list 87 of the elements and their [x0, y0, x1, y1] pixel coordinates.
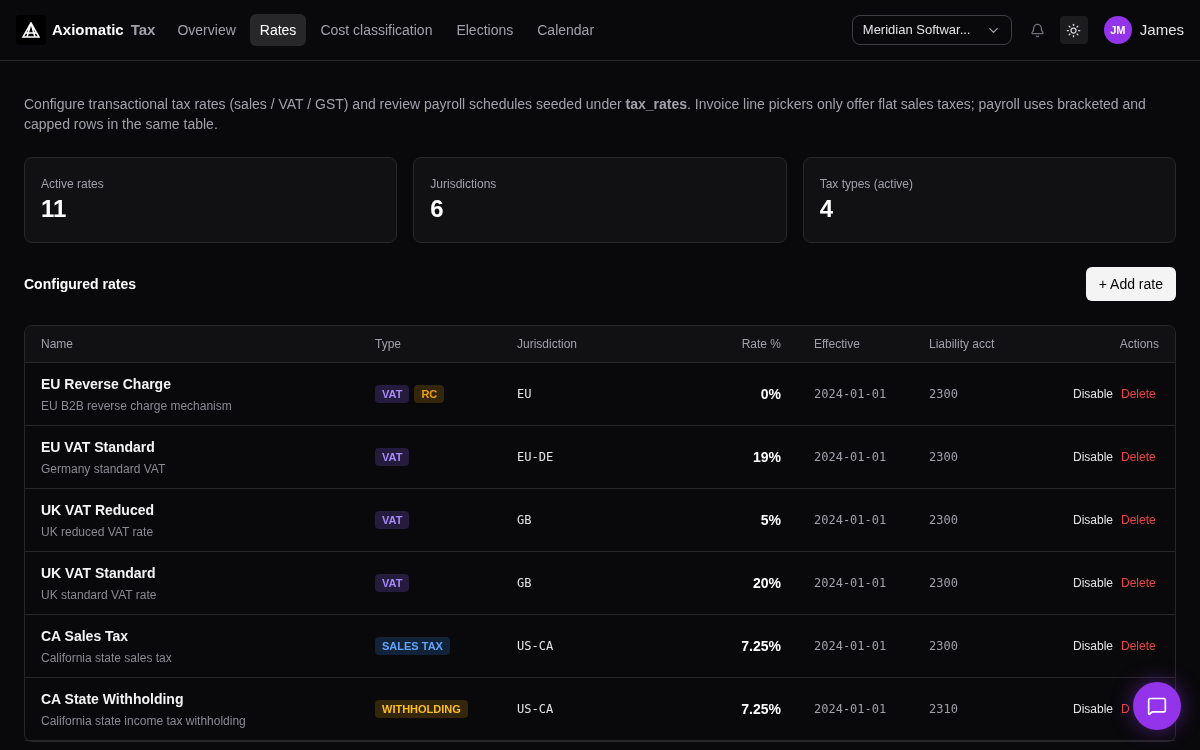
liability-account: 2300 — [929, 386, 959, 403]
type-tag: VAT — [375, 573, 410, 593]
rate-value: 5% — [760, 510, 781, 530]
nav-tab[interactable]: Elections — [446, 14, 524, 46]
user-name: James — [1139, 19, 1184, 40]
effective-date: 2024-01-01 — [813, 701, 888, 718]
sun-icon — [1066, 22, 1082, 38]
rate-name: UK VAT Reduced — [41, 500, 156, 520]
rate-description: California state sales tax — [41, 649, 173, 667]
rate-description: EU B2B reverse charge mechanism — [41, 397, 233, 415]
effective-date: 2024-01-01 — [813, 386, 888, 403]
type-tag: RC — [414, 384, 445, 404]
effective-date: 2024-01-01 — [813, 512, 888, 529]
jurisdiction-code: US-CA — [517, 701, 555, 718]
stat-label: Tax types (active) — [819, 176, 915, 193]
disable-link[interactable]: Disable — [1073, 448, 1114, 466]
jurisdiction-code: GB — [517, 512, 533, 529]
effective-date: 2024-01-01 — [813, 575, 888, 592]
rate-value: 7.25% — [741, 699, 781, 719]
jurisdiction-code: US-CA — [517, 638, 555, 655]
liability-account: 2300 — [929, 512, 959, 529]
organization-select[interactable]: Meridian Softwar... — [851, 15, 1012, 45]
logo-icon — [16, 15, 46, 45]
column-header: Effective — [813, 336, 861, 353]
brand-name: Axiomatic — [52, 19, 124, 40]
intro-text: Configure transactional tax rates (sales / VAT / GST) and review payroll schedules seeded under tax_rates. Invoice line pickers only offer flat sales taxes; payroll uses bracketed and capped rows in the same table. — [24, 95, 1147, 134]
brand-suffix: Tax — [130, 19, 156, 40]
delete-link[interactable]: Delete — [1121, 637, 1156, 655]
type-tag: VAT — [375, 447, 410, 467]
rate-description: UK standard VAT rate — [41, 586, 158, 604]
type-tag: VAT — [375, 384, 410, 404]
column-header: Type — [375, 336, 402, 353]
delete-link[interactable]: Delete — [1121, 385, 1156, 403]
type-tag: SALES TAX — [375, 636, 450, 656]
disable-link[interactable]: Disable — [1073, 637, 1114, 655]
delete-link[interactable]: D — [1121, 700, 1130, 718]
stat-label: Jurisdictions — [430, 176, 498, 193]
chat-button[interactable] — [1133, 682, 1181, 730]
column-header: Liability acct — [929, 336, 996, 353]
nav-tab[interactable]: Calendar — [527, 14, 605, 46]
jurisdiction-code: GB — [517, 575, 533, 592]
type-tag: WITHHOLDING — [375, 699, 468, 719]
stat-label: Active rates — [41, 176, 105, 193]
liability-account: 2300 — [929, 575, 959, 592]
disable-link[interactable]: Disable — [1073, 385, 1114, 403]
liability-account: 2300 — [929, 638, 959, 655]
rate-name: CA Sales Tax — [41, 626, 130, 646]
liability-account: 2310 — [929, 701, 959, 718]
rate-name: EU VAT Standard — [41, 437, 156, 457]
delete-link[interactable]: Delete — [1121, 448, 1156, 466]
type-tag: VAT — [375, 510, 410, 530]
bell-icon — [1030, 22, 1046, 38]
effective-date: 2024-01-01 — [813, 449, 888, 466]
section-title: Configured rates — [24, 274, 136, 294]
stat-value: 11 — [41, 194, 68, 224]
column-header: Jurisdiction — [517, 336, 579, 353]
disable-link[interactable]: Disable — [1073, 574, 1114, 592]
rate-description: California state income tax withholding — [41, 712, 247, 730]
stat-value: 4 — [819, 194, 834, 224]
delete-link[interactable]: Delete — [1121, 574, 1156, 592]
rate-name: CA State Withholding — [41, 689, 185, 709]
user-avatar[interactable]: JM — [1103, 16, 1132, 44]
rate-name: UK VAT Standard — [41, 563, 157, 583]
add-rate-button[interactable]: + Add rate — [1085, 267, 1176, 301]
rate-description: UK reduced VAT rate — [41, 523, 155, 541]
delete-link[interactable]: Delete — [1121, 511, 1156, 529]
nav-tab[interactable]: Overview — [167, 14, 246, 46]
column-header: Rate % — [741, 336, 781, 353]
nav-tab[interactable]: Cost classification — [310, 14, 443, 46]
theme-toggle-button[interactable] — [1059, 16, 1088, 44]
stat-value: 6 — [430, 194, 445, 224]
disable-link[interactable]: Disable — [1073, 511, 1114, 529]
rate-description: Germany standard VAT — [41, 460, 167, 478]
chat-icon — [1147, 696, 1167, 716]
jurisdiction-code: EU — [517, 386, 533, 403]
rate-value: 7.25% — [741, 636, 781, 656]
rate-value: 0% — [760, 384, 781, 404]
nav-tab[interactable]: Rates — [249, 14, 307, 46]
rate-value: 19% — [752, 447, 781, 467]
column-header: Actions — [1119, 336, 1159, 353]
effective-date: 2024-01-01 — [813, 638, 888, 655]
column-header: Name — [41, 336, 74, 353]
rate-name: EU Reverse Charge — [41, 374, 172, 394]
liability-account: 2300 — [929, 449, 959, 466]
jurisdiction-code: EU-DE — [517, 449, 555, 466]
rate-value: 20% — [752, 573, 781, 593]
disable-link[interactable]: Disable — [1073, 700, 1114, 718]
